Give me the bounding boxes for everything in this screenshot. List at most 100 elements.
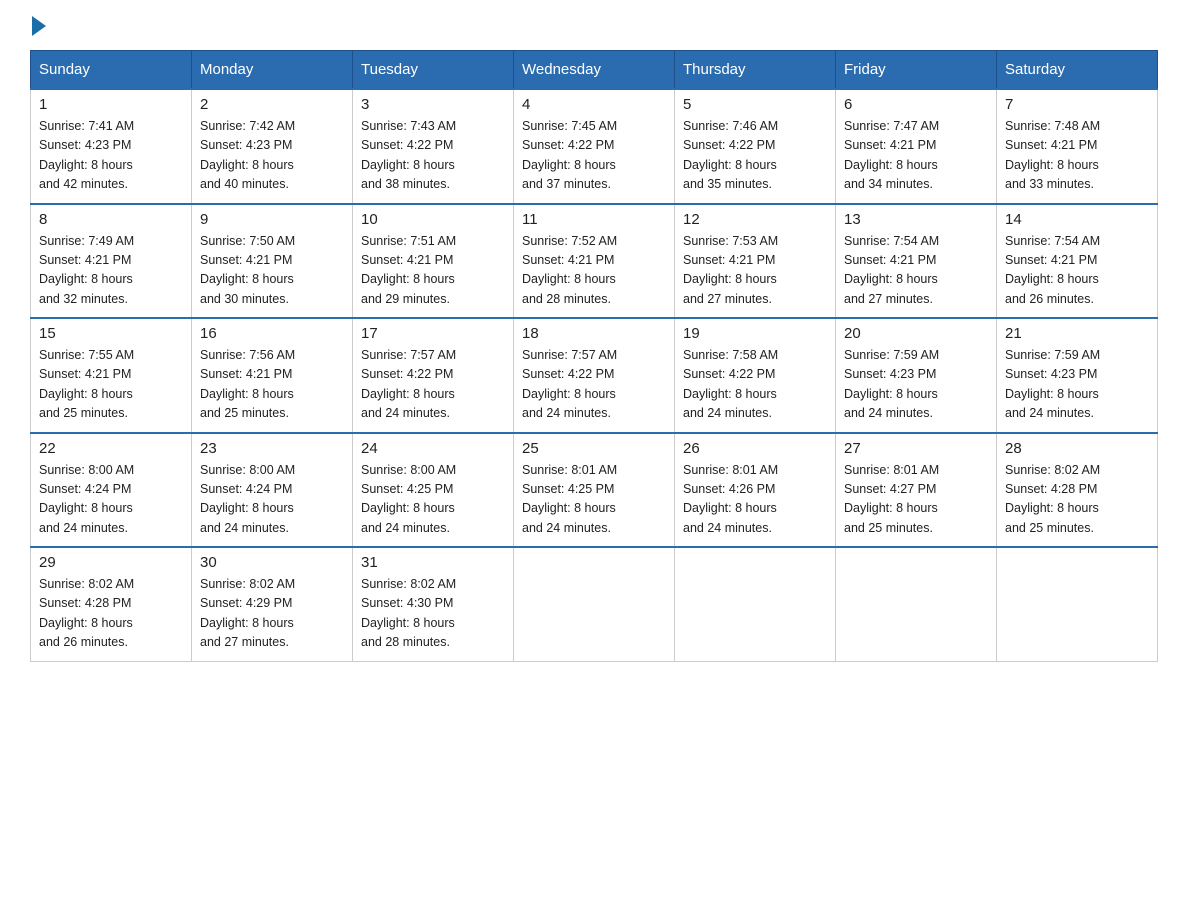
day-info: Sunrise: 7:52 AM Sunset: 4:21 PM Dayligh… <box>522 232 666 310</box>
day-info: Sunrise: 7:41 AM Sunset: 4:23 PM Dayligh… <box>39 117 183 195</box>
day-info: Sunrise: 7:50 AM Sunset: 4:21 PM Dayligh… <box>200 232 344 310</box>
day-info: Sunrise: 8:02 AM Sunset: 4:30 PM Dayligh… <box>361 575 505 653</box>
day-number: 19 <box>683 325 827 342</box>
page-header <box>30 20 1158 32</box>
day-info: Sunrise: 7:59 AM Sunset: 4:23 PM Dayligh… <box>844 346 988 424</box>
day-info: Sunrise: 7:51 AM Sunset: 4:21 PM Dayligh… <box>361 232 505 310</box>
day-cell-14: 14 Sunrise: 7:54 AM Sunset: 4:21 PM Dayl… <box>997 204 1158 319</box>
day-cell-12: 12 Sunrise: 7:53 AM Sunset: 4:21 PM Dayl… <box>675 204 836 319</box>
day-info: Sunrise: 7:49 AM Sunset: 4:21 PM Dayligh… <box>39 232 183 310</box>
weekday-header-wednesday: Wednesday <box>514 51 675 90</box>
day-number: 13 <box>844 211 988 228</box>
day-number: 4 <box>522 96 666 113</box>
day-info: Sunrise: 8:02 AM Sunset: 4:28 PM Dayligh… <box>39 575 183 653</box>
day-info: Sunrise: 7:56 AM Sunset: 4:21 PM Dayligh… <box>200 346 344 424</box>
day-cell-22: 22 Sunrise: 8:00 AM Sunset: 4:24 PM Dayl… <box>31 433 192 548</box>
day-cell-21: 21 Sunrise: 7:59 AM Sunset: 4:23 PM Dayl… <box>997 318 1158 433</box>
day-number: 27 <box>844 440 988 457</box>
empty-cell <box>675 547 836 661</box>
day-number: 16 <box>200 325 344 342</box>
day-number: 22 <box>39 440 183 457</box>
day-cell-1: 1 Sunrise: 7:41 AM Sunset: 4:23 PM Dayli… <box>31 89 192 204</box>
day-cell-19: 19 Sunrise: 7:58 AM Sunset: 4:22 PM Dayl… <box>675 318 836 433</box>
day-number: 3 <box>361 96 505 113</box>
day-info: Sunrise: 8:01 AM Sunset: 4:25 PM Dayligh… <box>522 461 666 539</box>
day-number: 12 <box>683 211 827 228</box>
weekday-header-tuesday: Tuesday <box>353 51 514 90</box>
day-cell-15: 15 Sunrise: 7:55 AM Sunset: 4:21 PM Dayl… <box>31 318 192 433</box>
day-info: Sunrise: 7:46 AM Sunset: 4:22 PM Dayligh… <box>683 117 827 195</box>
day-cell-9: 9 Sunrise: 7:50 AM Sunset: 4:21 PM Dayli… <box>192 204 353 319</box>
day-info: Sunrise: 8:02 AM Sunset: 4:29 PM Dayligh… <box>200 575 344 653</box>
weekday-header-sunday: Sunday <box>31 51 192 90</box>
empty-cell <box>836 547 997 661</box>
day-info: Sunrise: 7:54 AM Sunset: 4:21 PM Dayligh… <box>844 232 988 310</box>
day-number: 20 <box>844 325 988 342</box>
day-info: Sunrise: 8:00 AM Sunset: 4:24 PM Dayligh… <box>200 461 344 539</box>
day-info: Sunrise: 7:45 AM Sunset: 4:22 PM Dayligh… <box>522 117 666 195</box>
day-number: 6 <box>844 96 988 113</box>
weekday-header-row: SundayMondayTuesdayWednesdayThursdayFrid… <box>31 51 1158 90</box>
day-info: Sunrise: 7:55 AM Sunset: 4:21 PM Dayligh… <box>39 346 183 424</box>
week-row-5: 29 Sunrise: 8:02 AM Sunset: 4:28 PM Dayl… <box>31 547 1158 661</box>
day-number: 14 <box>1005 211 1149 228</box>
day-info: Sunrise: 7:57 AM Sunset: 4:22 PM Dayligh… <box>361 346 505 424</box>
day-cell-23: 23 Sunrise: 8:00 AM Sunset: 4:24 PM Dayl… <box>192 433 353 548</box>
day-number: 5 <box>683 96 827 113</box>
weekday-header-thursday: Thursday <box>675 51 836 90</box>
day-number: 21 <box>1005 325 1149 342</box>
day-cell-20: 20 Sunrise: 7:59 AM Sunset: 4:23 PM Dayl… <box>836 318 997 433</box>
day-cell-10: 10 Sunrise: 7:51 AM Sunset: 4:21 PM Dayl… <box>353 204 514 319</box>
day-cell-17: 17 Sunrise: 7:57 AM Sunset: 4:22 PM Dayl… <box>353 318 514 433</box>
day-number: 25 <box>522 440 666 457</box>
day-info: Sunrise: 8:00 AM Sunset: 4:25 PM Dayligh… <box>361 461 505 539</box>
week-row-3: 15 Sunrise: 7:55 AM Sunset: 4:21 PM Dayl… <box>31 318 1158 433</box>
day-cell-4: 4 Sunrise: 7:45 AM Sunset: 4:22 PM Dayli… <box>514 89 675 204</box>
day-number: 29 <box>39 554 183 571</box>
day-cell-31: 31 Sunrise: 8:02 AM Sunset: 4:30 PM Dayl… <box>353 547 514 661</box>
day-info: Sunrise: 7:59 AM Sunset: 4:23 PM Dayligh… <box>1005 346 1149 424</box>
day-cell-5: 5 Sunrise: 7:46 AM Sunset: 4:22 PM Dayli… <box>675 89 836 204</box>
day-cell-24: 24 Sunrise: 8:00 AM Sunset: 4:25 PM Dayl… <box>353 433 514 548</box>
day-number: 7 <box>1005 96 1149 113</box>
logo-triangle-icon <box>32 16 46 36</box>
day-info: Sunrise: 7:43 AM Sunset: 4:22 PM Dayligh… <box>361 117 505 195</box>
logo <box>30 20 46 32</box>
day-info: Sunrise: 7:53 AM Sunset: 4:21 PM Dayligh… <box>683 232 827 310</box>
day-info: Sunrise: 7:58 AM Sunset: 4:22 PM Dayligh… <box>683 346 827 424</box>
day-number: 18 <box>522 325 666 342</box>
day-cell-6: 6 Sunrise: 7:47 AM Sunset: 4:21 PM Dayli… <box>836 89 997 204</box>
week-row-2: 8 Sunrise: 7:49 AM Sunset: 4:21 PM Dayli… <box>31 204 1158 319</box>
day-info: Sunrise: 8:01 AM Sunset: 4:27 PM Dayligh… <box>844 461 988 539</box>
day-cell-26: 26 Sunrise: 8:01 AM Sunset: 4:26 PM Dayl… <box>675 433 836 548</box>
day-number: 2 <box>200 96 344 113</box>
day-cell-13: 13 Sunrise: 7:54 AM Sunset: 4:21 PM Dayl… <box>836 204 997 319</box>
day-info: Sunrise: 7:42 AM Sunset: 4:23 PM Dayligh… <box>200 117 344 195</box>
day-number: 17 <box>361 325 505 342</box>
day-number: 24 <box>361 440 505 457</box>
day-number: 11 <box>522 211 666 228</box>
day-number: 8 <box>39 211 183 228</box>
week-row-1: 1 Sunrise: 7:41 AM Sunset: 4:23 PM Dayli… <box>31 89 1158 204</box>
day-cell-16: 16 Sunrise: 7:56 AM Sunset: 4:21 PM Dayl… <box>192 318 353 433</box>
empty-cell <box>997 547 1158 661</box>
calendar-table: SundayMondayTuesdayWednesdayThursdayFrid… <box>30 50 1158 662</box>
day-cell-7: 7 Sunrise: 7:48 AM Sunset: 4:21 PM Dayli… <box>997 89 1158 204</box>
weekday-header-saturday: Saturday <box>997 51 1158 90</box>
day-info: Sunrise: 8:01 AM Sunset: 4:26 PM Dayligh… <box>683 461 827 539</box>
day-cell-3: 3 Sunrise: 7:43 AM Sunset: 4:22 PM Dayli… <box>353 89 514 204</box>
day-cell-28: 28 Sunrise: 8:02 AM Sunset: 4:28 PM Dayl… <box>997 433 1158 548</box>
day-cell-25: 25 Sunrise: 8:01 AM Sunset: 4:25 PM Dayl… <box>514 433 675 548</box>
day-info: Sunrise: 8:02 AM Sunset: 4:28 PM Dayligh… <box>1005 461 1149 539</box>
weekday-header-monday: Monday <box>192 51 353 90</box>
weekday-header-friday: Friday <box>836 51 997 90</box>
day-info: Sunrise: 7:47 AM Sunset: 4:21 PM Dayligh… <box>844 117 988 195</box>
day-cell-18: 18 Sunrise: 7:57 AM Sunset: 4:22 PM Dayl… <box>514 318 675 433</box>
empty-cell <box>514 547 675 661</box>
day-number: 1 <box>39 96 183 113</box>
day-number: 26 <box>683 440 827 457</box>
day-number: 10 <box>361 211 505 228</box>
day-info: Sunrise: 7:54 AM Sunset: 4:21 PM Dayligh… <box>1005 232 1149 310</box>
day-cell-27: 27 Sunrise: 8:01 AM Sunset: 4:27 PM Dayl… <box>836 433 997 548</box>
day-number: 9 <box>200 211 344 228</box>
